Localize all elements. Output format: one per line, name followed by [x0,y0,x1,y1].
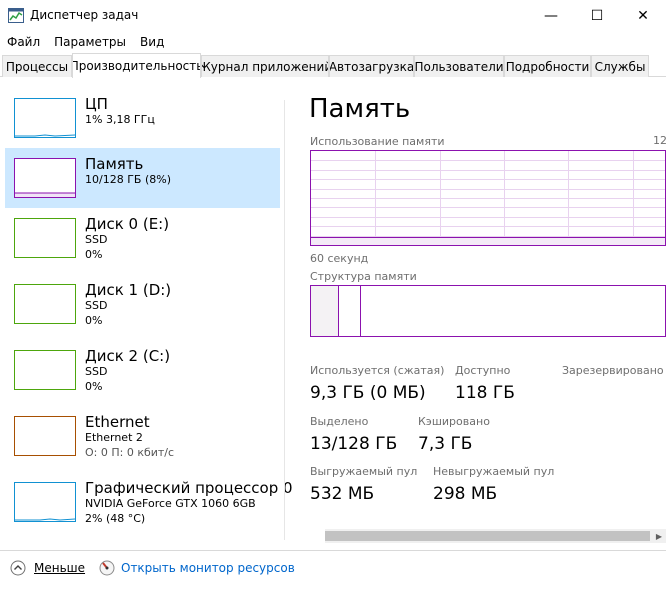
task-manager-icon [8,8,24,23]
sidebar-item-usage: 0% [85,248,103,261]
usage-graph-label: Использование памяти [310,135,445,148]
gpu-thumbnail-graph [14,482,76,522]
scrollbar-thumb[interactable] [325,531,650,541]
close-icon: ✕ [637,7,649,24]
menu-bar: Файл Параметры Вид [0,31,666,53]
disk-thumbnail-graph [14,284,76,324]
structure-in-use [311,286,339,336]
structure-label: Структура памяти [310,270,417,283]
minimize-button[interactable]: — [528,0,574,31]
sidebar-item-name: Ethernet [85,413,150,431]
structure-modified [339,286,361,336]
sidebar-item-detail: SSD [85,365,108,378]
sidebar-item-gpu[interactable]: Графический процессор 0 NVIDIA GeForce G… [5,472,293,532]
sidebar-item-disk-1[interactable]: Диск 1 (D:) SSD 0% [5,274,280,334]
page-title: Память [309,94,411,124]
sidebar-item-name: Диск 2 (C:) [85,347,171,365]
performance-sidebar: ЦП 1% 3,18 ГГц Память 10/128 ГБ (8%) Дис… [0,78,293,548]
tab-users[interactable]: Пользователи [414,55,504,77]
committed-value: 13/128 ГБ [310,434,398,454]
title-bar: Диспетчер задач — ☐ ✕ [0,0,666,31]
cached-label: Кэшировано [418,415,490,428]
tab-performance[interactable]: Производительность [72,53,201,78]
sidebar-item-ethernet[interactable]: Ethernet Ethernet 2 О: 0 П: 0 кбит/с [5,406,280,466]
sidebar-item-detail: SSD [85,299,108,312]
memory-usage-graph [310,150,666,246]
in-use-label: Используется (сжатая) [310,364,445,377]
disk-thumbnail-graph [14,350,76,390]
close-button[interactable]: ✕ [620,0,666,31]
sidebar-item-detail: NVIDIA GeForce GTX 1060 6GB [85,497,256,510]
sidebar-item-disk-2[interactable]: Диск 2 (C:) SSD 0% [5,340,280,400]
maximize-button[interactable]: ☐ [574,0,620,31]
resource-monitor-icon [99,560,115,576]
sidebar-item-usage: 0% [85,380,103,393]
sidebar-item-detail: 10/128 ГБ (8%) [85,173,171,186]
sidebar-item-name: ЦП [85,95,108,113]
sidebar-item-name: Диск 0 (E:) [85,215,170,233]
horizontal-scrollbar[interactable]: ▶ [325,529,666,543]
open-resource-monitor-link[interactable]: Открыть монитор ресурсов [121,561,295,575]
sidebar-item-name: Графический процессор 0 [85,479,293,497]
sidebar-item-memory[interactable]: Память 10/128 ГБ (8%) [5,148,280,208]
tab-app-history[interactable]: Журнал приложений [201,55,329,77]
sidebar-item-disk-0[interactable]: Диск 0 (E:) SSD 0% [5,208,280,268]
fewer-details-button[interactable]: Меньше [34,561,85,575]
usage-graph-max: 12 [653,134,666,147]
sidebar-item-cpu[interactable]: ЦП 1% 3,18 ГГц [5,88,280,148]
nonpaged-pool-value: 298 МБ [433,484,498,504]
sidebar-item-detail: Ethernet 2 [85,431,143,444]
window-title: Диспетчер задач [30,8,139,22]
sidebar-item-name: Диск 1 (D:) [85,281,172,299]
sidebar-item-name: Память [85,155,144,173]
disk-thumbnail-graph [14,218,76,258]
committed-label: Выделено [310,415,369,428]
paged-pool-label: Выгружаемый пул [310,465,418,478]
sidebar-item-detail: 1% 3,18 ГГц [85,113,155,126]
in-use-value: 9,3 ГБ (0 МБ) [310,383,426,403]
tab-startup[interactable]: Автозагрузка [329,55,414,77]
ethernet-thumbnail-graph [14,416,76,456]
usage-graph-grid [311,151,665,245]
available-label: Доступно [455,364,511,377]
menu-options[interactable]: Параметры [47,31,133,53]
memory-thumbnail-graph [14,158,76,198]
cpu-thumbnail-graph [14,98,76,138]
sidebar-item-usage: 2% (48 °C) [85,512,146,525]
tab-services[interactable]: Службы [591,55,649,77]
time-axis-label: 60 секунд [310,252,369,265]
paged-pool-value: 532 МБ [310,484,375,504]
sidebar-item-usage: 0% [85,314,103,327]
minimize-icon: — [544,7,558,24]
sidebar-item-detail: SSD [85,233,108,246]
memory-detail-panel: Память Использование памяти 12 60 секунд… [285,78,666,548]
footer-bar: Меньше Открыть монитор ресурсов [0,550,666,593]
sidebar-item-throughput: О: 0 П: 0 кбит/с [85,446,175,459]
tab-strip: Процессы Производительность Журнал прило… [0,53,666,78]
scroll-right-icon[interactable]: ▶ [652,529,666,543]
usage-fill [311,237,665,245]
menu-file[interactable]: Файл [0,31,47,53]
tab-details[interactable]: Подробности [504,55,591,77]
menu-view[interactable]: Вид [133,31,171,53]
reserved-label: Зарезервировано а [562,364,666,377]
available-value: 118 ГБ [455,383,515,403]
nonpaged-pool-label: Невыгружаемый пул [433,465,555,478]
memory-structure-bar [310,285,666,337]
fewer-details-icon[interactable] [10,560,26,576]
maximize-icon: ☐ [590,7,604,24]
cached-value: 7,3 ГБ [418,434,473,454]
tab-processes[interactable]: Процессы [2,55,72,77]
